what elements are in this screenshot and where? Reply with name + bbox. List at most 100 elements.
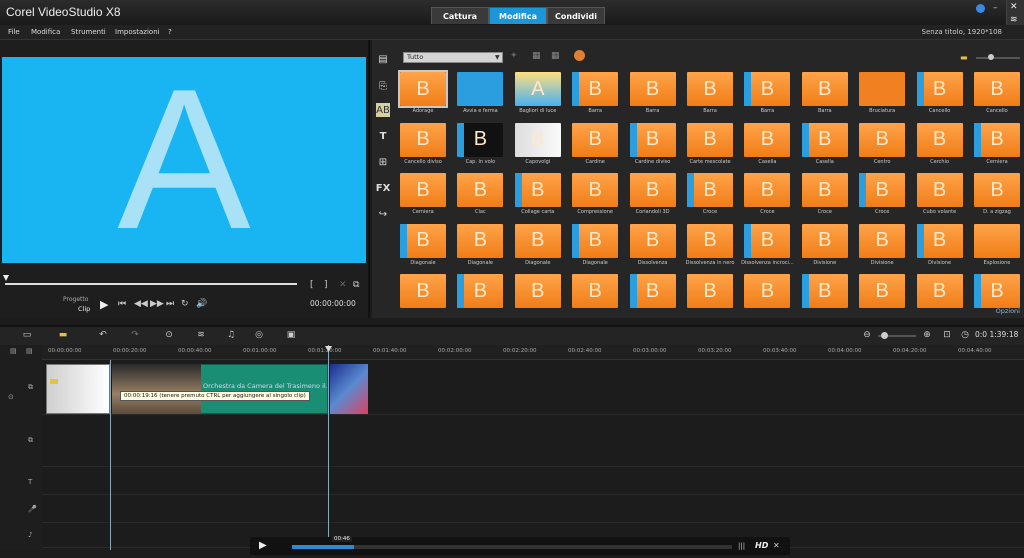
transition-tile[interactable]: B [859, 274, 906, 308]
voice-track-icon[interactable]: 🎤 [28, 505, 37, 513]
playhead-line[interactable] [328, 345, 329, 545]
graphic-icon[interactable]: ⊞ [376, 155, 390, 169]
overlay-track-icon[interactable]: ⧉ [28, 436, 33, 445]
filter-icon[interactable]: FX [376, 181, 391, 195]
get-more-icon[interactable] [574, 50, 585, 61]
transition-tile[interactable]: B [572, 274, 619, 308]
volume-icon[interactable]: 🔊 [196, 299, 207, 309]
transition-tile[interactable]: B Dissolvenza [629, 223, 676, 266]
previous-icon[interactable]: ◀◀ [134, 299, 148, 309]
transition-icon[interactable]: AB [376, 103, 390, 117]
transition-tile[interactable]: B [629, 274, 676, 308]
transition-tile[interactable]: B Centro [859, 122, 906, 165]
transition-tile[interactable]: B Cerniera [974, 122, 1020, 165]
zoom-handle[interactable] [881, 332, 888, 339]
category-dropdown[interactable]: Tutto [403, 52, 503, 63]
transition-tile[interactable]: Bruciatura [859, 72, 906, 114]
preview-timecode[interactable]: 00:00:00:00 [310, 299, 356, 308]
media-icon[interactable]: ▤ [376, 52, 390, 66]
zoom-in-icon[interactable]: ⊕ [920, 329, 934, 341]
transition-tile[interactable]: B Divisione [859, 223, 906, 266]
transition-tile[interactable]: B Casella [801, 122, 848, 165]
tab-cattura[interactable]: Cattura [431, 7, 489, 24]
transition-tile[interactable]: B Cap. in volo [457, 122, 504, 165]
minimize-icon[interactable]: – [993, 3, 998, 13]
transition-tile[interactable]: B [514, 274, 561, 308]
transition-tile[interactable]: B Dissolvenza incroci... [741, 223, 794, 266]
volume-bars-icon[interactable]: ||| [738, 542, 745, 550]
transition-tile[interactable]: B Diagonale [457, 223, 504, 266]
transition-tile[interactable]: B Cancello [974, 72, 1020, 114]
transition-tile[interactable]: Avvia e ferma [457, 72, 504, 114]
transition-tile[interactable]: B Dissolvenza in nero [686, 223, 734, 266]
repeat-icon[interactable]: ↻ [181, 299, 189, 309]
transition-tile[interactable]: B Divisione [801, 223, 848, 266]
play-icon[interactable]: ▶ [100, 298, 108, 311]
transition-tile[interactable]: Esplosione [974, 223, 1020, 266]
record-capture-icon[interactable]: ⊙ [162, 329, 176, 341]
next-icon[interactable]: ▶▶ [150, 299, 164, 309]
close-icon[interactable]: ✕ [1010, 2, 1018, 12]
motion-tracking-icon[interactable]: ◎ [252, 329, 266, 341]
chapter-icon[interactable]: ▤ [26, 347, 33, 355]
player-play-icon[interactable]: ▶ [259, 540, 267, 551]
transition-tile[interactable]: B Cerchio [916, 122, 963, 165]
auto-music-icon[interactable]: ♫ [224, 329, 238, 341]
menu-help[interactable]: ? [168, 28, 172, 36]
mode-project[interactable]: Progetto [63, 296, 88, 303]
menu-file[interactable]: File [8, 28, 20, 36]
mark-in-icon[interactable]: [ [310, 280, 314, 290]
transition-tile[interactable]: B Coriandoli 3D [629, 173, 676, 215]
transition-tile[interactable]: B Carte mescolate [687, 122, 733, 165]
transition-tile[interactable]: B Cerniera [400, 173, 446, 215]
tab-modifica[interactable]: Modifica [489, 7, 547, 24]
hd-label[interactable]: HD [755, 541, 768, 550]
transition-tile[interactable]: B [974, 274, 1020, 308]
menu-impostazioni[interactable]: Impostazioni [115, 28, 160, 36]
scrub-bar[interactable] [5, 283, 297, 285]
transition-tile[interactable]: B Capovolgi [514, 122, 561, 165]
cut-icon[interactable]: ✕ [339, 280, 347, 290]
transition-tile[interactable]: B Diagonale [572, 223, 619, 266]
transition-tile[interactable]: B Collage carta [514, 173, 561, 215]
zoom-out-icon[interactable]: ⊖ [860, 329, 874, 341]
transition-tile[interactable]: B Diagonale [514, 223, 561, 266]
transition-tile[interactable]: B [400, 274, 446, 308]
transition-tile[interactable]: B Diagonale [400, 223, 446, 266]
transition-tile[interactable]: B [687, 274, 733, 308]
instant-project-icon[interactable]: ⎘ [376, 79, 390, 93]
layers-icon[interactable]: ≋ [1010, 15, 1018, 25]
transition-tile[interactable]: B Croce [859, 173, 906, 215]
thumbnail-size-slider[interactable] [976, 57, 1020, 59]
transition-tile[interactable]: B Adorage [398, 70, 448, 114]
mark-out-icon[interactable]: ] [324, 280, 328, 290]
transition-tile[interactable]: B Barra [801, 72, 848, 114]
add-favorite-icon[interactable]: ✦ [510, 51, 518, 61]
transition-tile[interactable]: B [916, 274, 963, 308]
expand-icon[interactable]: ⧉ [353, 280, 359, 290]
menu-modifica[interactable]: Modifica [31, 28, 60, 36]
redo-icon[interactable]: ↷ [128, 329, 142, 341]
transition-tile[interactable]: B Clac [457, 173, 504, 215]
transition-tile[interactable]: B [801, 274, 848, 308]
path-icon[interactable]: ↪ [376, 207, 390, 221]
apply-random-icon[interactable]: ▦ [532, 51, 541, 61]
timeline-view-icon[interactable]: ▬ [56, 329, 70, 341]
sound-mixer-icon[interactable]: ≋ [194, 329, 208, 341]
thumbnail-size-handle[interactable] [988, 54, 994, 60]
transition-tile[interactable]: B Cardine diviso [629, 122, 676, 165]
storyboard-view-icon[interactable]: ▭ [20, 329, 34, 341]
undo-icon[interactable]: ↶ [96, 329, 110, 341]
transition-tile[interactable]: A Bagliori di luce [514, 72, 561, 114]
info-icon[interactable] [976, 4, 985, 13]
fullscreen-icon[interactable]: ✕ [773, 541, 780, 550]
player-progress-track[interactable] [292, 545, 732, 549]
mode-clip[interactable]: Clip [78, 305, 90, 313]
options-button[interactable]: Opzioni [996, 307, 1020, 315]
subtitle-editor-icon[interactable]: ▣ [284, 329, 298, 341]
transition-tile[interactable]: B Croce [744, 173, 791, 215]
ripple-edit-icon[interactable]: ⊙ [8, 393, 14, 401]
transition-tile[interactable]: B Cancello [916, 72, 963, 114]
clip-studio[interactable] [330, 364, 368, 414]
transition-tile[interactable]: B Cubo volante [916, 173, 963, 215]
